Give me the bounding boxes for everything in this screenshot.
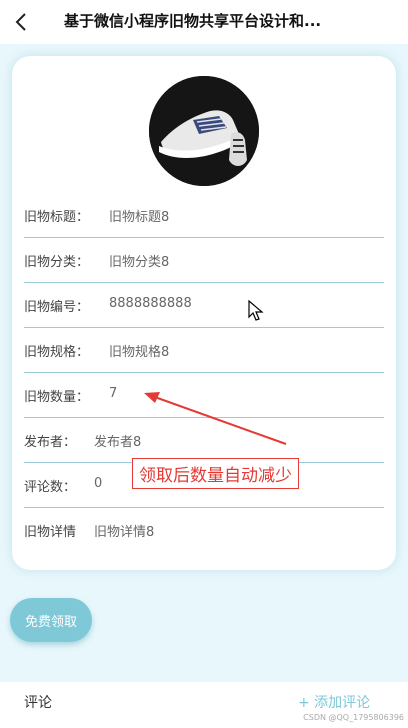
field-value: 0 — [94, 476, 103, 491]
field-value: 旧物标题8 — [109, 210, 170, 225]
field-label: 发布者： — [24, 435, 77, 450]
field-label: 旧物数量： — [24, 390, 90, 405]
field-label: 旧物分类： — [24, 255, 90, 270]
annotation-callout: 领取后数量自动减少 — [132, 458, 299, 489]
field-row-details: 旧物详情 旧物详情8 — [24, 507, 384, 552]
item-image — [149, 76, 259, 186]
mouse-cursor-icon — [248, 300, 264, 321]
field-row-spec: 旧物规格： 旧物规格8 — [24, 327, 384, 373]
field-value: 8888888888 — [109, 296, 192, 311]
free-claim-button[interactable]: 免费领取 — [10, 598, 92, 642]
field-value: 7 — [109, 386, 118, 401]
field-label: 旧物规格： — [24, 345, 90, 360]
field-row-category: 旧物分类： 旧物分类8 — [24, 237, 384, 283]
comments-bar: 评论 + 添加评论 CSDN @QQ_1795806396 — [0, 682, 408, 728]
add-comment-button[interactable]: + 添加评论 — [298, 692, 370, 712]
item-detail-card: 旧物标题： 旧物标题8 旧物分类： 旧物分类8 旧物编号： 8888888888… — [12, 56, 396, 570]
top-bar: 基于微信小程序旧物共享平台设计和... — [0, 0, 408, 44]
watermark-text: CSDN @QQ_1795806396 — [303, 713, 404, 722]
sneaker-image — [149, 76, 259, 186]
field-value: 发布者8 — [94, 435, 142, 450]
field-label: 旧物详情 — [24, 525, 77, 540]
field-row-title: 旧物标题： 旧物标题8 — [24, 192, 384, 238]
field-label: 旧物编号： — [24, 300, 90, 315]
field-value: 旧物详情8 — [94, 525, 155, 540]
page-title: 基于微信小程序旧物共享平台设计和... — [64, 12, 322, 30]
field-value: 旧物规格8 — [109, 345, 170, 360]
annotation-arrow-icon — [144, 392, 287, 445]
field-label: 旧物标题： — [24, 210, 90, 225]
back-arrow-icon[interactable] — [8, 8, 36, 36]
comments-label: 评论 — [24, 695, 52, 711]
field-label: 评论数： — [24, 480, 77, 495]
field-row-number: 旧物编号： 8888888888 — [24, 282, 384, 328]
field-value: 旧物分类8 — [109, 255, 170, 270]
